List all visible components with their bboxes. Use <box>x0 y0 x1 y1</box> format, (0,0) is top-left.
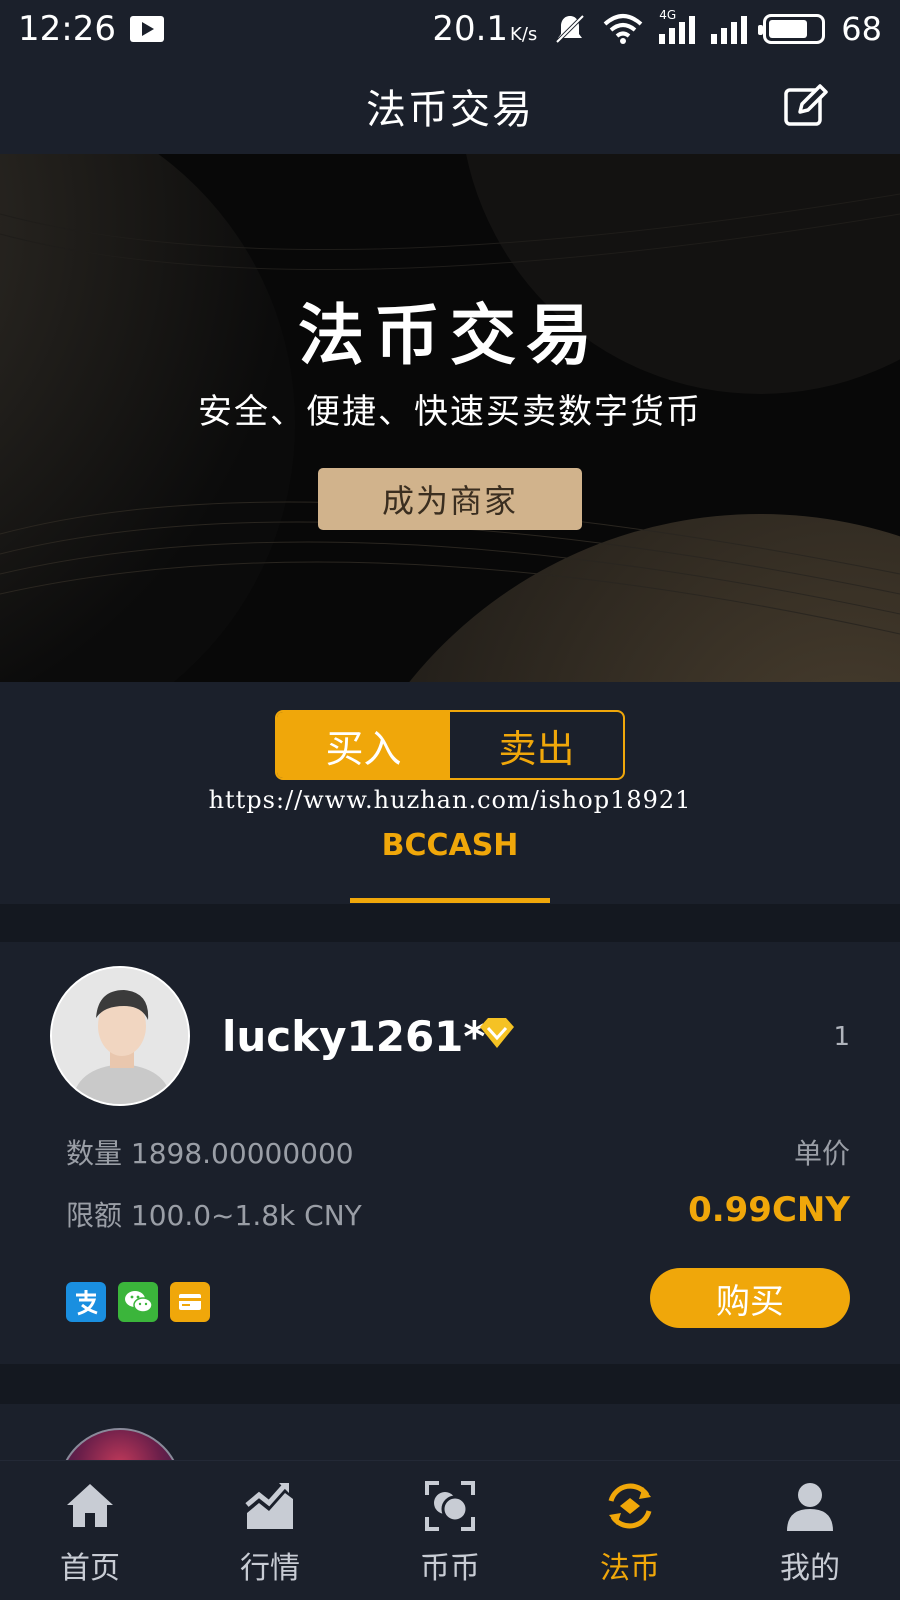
verified-diamond-icon <box>480 1018 514 1048</box>
nav-item-profile[interactable]: 我的 <box>720 1461 900 1600</box>
wechat-pay-icon <box>118 1282 158 1322</box>
unit-price-label: 单价 <box>793 1137 850 1170</box>
avatar <box>50 966 190 1106</box>
page-title: 法币交易 <box>366 87 534 133</box>
status-bar: 12:26 20.1 K/s 4G 68 <box>0 0 900 58</box>
status-indicators: 20.1 K/s 4G 68 <box>432 8 882 49</box>
coin-exchange-icon <box>425 1481 475 1531</box>
mute-bell-icon <box>555 14 585 44</box>
nav-item-coin-exchange[interactable]: 币币 <box>360 1461 540 1600</box>
wifi-icon <box>603 14 643 44</box>
nav-label-fiat: 法币 <box>600 1551 660 1586</box>
merchant-rank: 1 <box>833 1022 850 1052</box>
edit-icon[interactable] <box>782 82 830 130</box>
listing-card: lucky1261** 1 数量 1898.00000000 限额 100.0~… <box>0 942 900 1364</box>
battery-icon <box>758 14 826 44</box>
media-play-icon <box>129 16 164 42</box>
user-profile-icon <box>787 1483 833 1531</box>
market-chart-icon <box>245 1483 293 1529</box>
fiat-exchange-icon <box>608 1483 652 1529</box>
nav-label-coin-exchange: 币币 <box>420 1551 480 1586</box>
listing-card <box>0 1404 900 1460</box>
coin-tab-bccash[interactable]: BCCASH <box>0 828 900 863</box>
nav-item-market[interactable]: 行情 <box>180 1461 360 1600</box>
network-speed: 20.1 K/s <box>432 9 537 49</box>
section-divider <box>0 904 900 942</box>
coin-tab-underline <box>350 898 550 903</box>
battery-level: 68 <box>841 10 882 48</box>
nav-label-home: 首页 <box>60 1551 120 1586</box>
buy-button[interactable]: 购买 <box>650 1268 850 1328</box>
network-type-label: 4G <box>659 8 677 22</box>
banner-subtitle: 安全、便捷、快速买卖数字货币 <box>198 392 702 432</box>
become-merchant-button[interactable]: 成为商家 <box>318 468 582 530</box>
sell-tab[interactable]: 卖出 <box>450 712 623 778</box>
home-icon <box>67 1484 113 1527</box>
default-user-avatar-icon <box>52 968 188 1104</box>
nav-item-home[interactable]: 首页 <box>0 1461 180 1600</box>
buy-sell-toggle: 买入 卖出 <box>275 710 625 780</box>
bank-card-icon <box>170 1282 210 1322</box>
section-divider <box>0 1364 900 1404</box>
network-speed-value: 20.1 <box>432 9 509 49</box>
payment-methods <box>66 1282 210 1322</box>
nav-item-fiat[interactable]: 法币 <box>540 1461 720 1600</box>
listing-quantity: 数量 1898.00000000 <box>66 1137 354 1170</box>
merchant-username[interactable]: lucky1261** <box>222 1012 507 1061</box>
banner-title: 法币交易 <box>298 297 602 374</box>
status-time: 12:26 <box>18 9 116 49</box>
bottom-nav: 首页 行情 币币 法币 我的 <box>0 1460 900 1600</box>
listing-limit: 限额 100.0~1.8k CNY <box>66 1199 362 1232</box>
app-header: 法币交易 <box>0 58 900 154</box>
cellular-signal-icon <box>711 14 748 44</box>
watermark-url: https://www.huzhan.com/ishop18921 <box>208 786 692 814</box>
promo-banner: 法币交易 安全、便捷、快速买卖数字货币 成为商家 <box>0 154 900 682</box>
cellular-4g-icon: 4G <box>659 8 696 44</box>
nav-label-profile: 我的 <box>780 1551 840 1586</box>
trade-controls: 买入 卖出 https://www.huzhan.com/ishop18921 … <box>0 682 900 904</box>
buy-tab[interactable]: 买入 <box>277 712 450 778</box>
network-speed-unit: K/s <box>510 24 538 45</box>
unit-price: 0.99CNY <box>688 1190 850 1230</box>
nav-label-market: 行情 <box>240 1551 300 1586</box>
alipay-icon <box>66 1282 106 1322</box>
avatar <box>58 1428 182 1460</box>
